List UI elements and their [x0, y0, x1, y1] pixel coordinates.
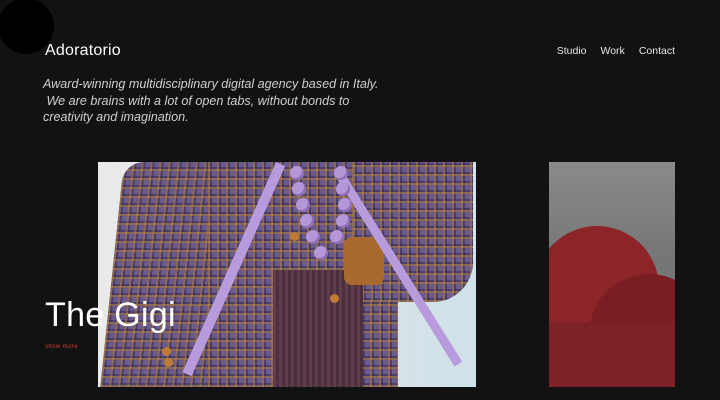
logo[interactable]: Adoratorio	[45, 42, 121, 60]
red-floor-shape	[549, 322, 675, 387]
knit-sweater	[273, 270, 363, 387]
jacket-button	[290, 232, 299, 241]
intro-line-1: Award-winning multidisciplinary digital …	[43, 77, 379, 91]
jacket-button	[164, 358, 173, 367]
intro-tagline: Award-winning multidisciplinary digital …	[43, 76, 403, 126]
nav-item-studio[interactable]: Studio	[557, 45, 587, 57]
jacket-button	[162, 347, 171, 356]
nav-item-work[interactable]: Work	[601, 45, 625, 57]
main-nav: Studio Work Contact	[557, 45, 675, 57]
nav-item-contact[interactable]: Contact	[639, 45, 675, 57]
page: Adoratorio Studio Work Contact Award-win…	[0, 0, 720, 400]
project-title[interactable]: The Gigi	[45, 296, 176, 335]
intro-line-2: We are brains with a lot of open tabs, w…	[43, 93, 350, 108]
show-more-link[interactable]: show more	[45, 344, 78, 350]
jacket-button	[330, 294, 339, 303]
flower-necklace	[284, 162, 354, 272]
project-image-next[interactable]	[549, 162, 675, 387]
project-image-main[interactable]	[98, 162, 476, 387]
intro-line-3: creativity and imagination.	[43, 110, 189, 124]
site-header: Adoratorio Studio Work Contact	[45, 42, 675, 60]
